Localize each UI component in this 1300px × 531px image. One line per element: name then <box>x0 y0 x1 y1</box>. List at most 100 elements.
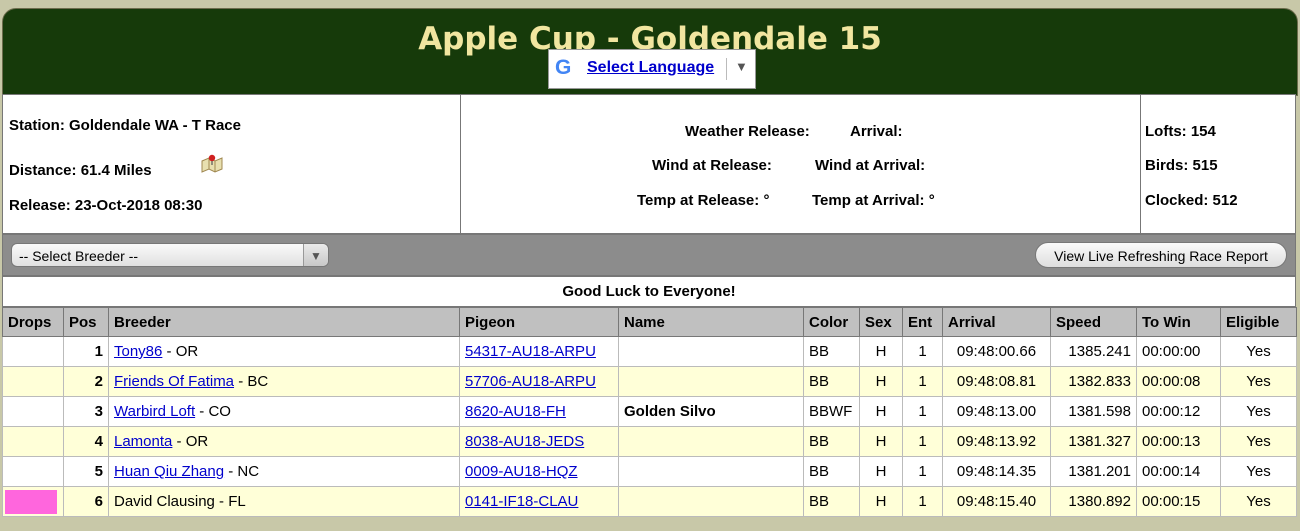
column-header-name[interactable]: Name <box>618 307 804 337</box>
breeder-link[interactable]: Huan Qiu Zhang <box>114 463 224 480</box>
breeder-link[interactable]: David Clausing <box>114 493 215 510</box>
pigeon-cell: 0141-IF18-CLAU <box>459 486 619 517</box>
color-cell: BB <box>803 366 860 397</box>
pigeon-link[interactable]: 8620-AU18-FH <box>465 403 566 420</box>
chevron-down-icon[interactable]: ▼ <box>303 244 328 266</box>
release-label: Release: 23-Oct-2018 08:30 <box>9 197 203 214</box>
breeder-link[interactable]: Friends Of Fatima <box>114 373 234 390</box>
select-language-link[interactable]: Select Language <box>587 59 714 77</box>
column-header-to-win[interactable]: To Win <box>1136 307 1221 337</box>
drops-cell <box>2 426 64 457</box>
language-selector[interactable]: G Select Language ▼ <box>548 49 756 89</box>
breeder-state: - OR <box>172 433 209 450</box>
breeder-cell: Tony86 - OR <box>108 336 460 367</box>
breeder-select-value: -- Select Breeder -- <box>19 248 139 264</box>
name-cell <box>618 456 804 487</box>
temp-release-label: Temp at Release: ° <box>637 192 770 209</box>
sex-value: H <box>875 463 887 480</box>
to-win-cell: 00:00:15 <box>1136 486 1221 517</box>
arrival-cell: 09:48:13.00 <box>942 396 1051 427</box>
color-value: BBWF <box>809 403 853 420</box>
entry-cell: 1 <box>902 366 943 397</box>
pigeon-link[interactable]: 54317-AU18-ARPU <box>465 343 596 360</box>
breeder-link[interactable]: Lamonta <box>114 433 172 450</box>
table-row[interactable]: 2 Friends Of Fatima - BC 57706-AU18-ARPU BB… <box>2 366 1297 397</box>
column-header-pos[interactable]: Pos <box>63 307 109 337</box>
breeder-state: - BC <box>234 373 269 390</box>
header-row: Drops Pos Breeder Pigeon Name Color Sex Ent Arri… <box>2 307 1297 337</box>
dropdown-arrow-icon[interactable]: ▼ <box>735 59 748 74</box>
pigeon-link[interactable]: 0009-AU18-HQZ <box>465 463 578 480</box>
breeder-select[interactable]: -- Select Breeder -- ▼ <box>11 243 329 267</box>
column-header-breeder[interactable]: Breeder <box>108 307 460 337</box>
pigeon-link[interactable]: 8038-AU18-JEDS <box>465 433 584 450</box>
to-win-cell: 00:00:08 <box>1136 366 1221 397</box>
table-row[interactable]: 1 Tony86 - OR 54317-AU18-ARPU BB H 1 09:48:00.… <box>2 336 1297 367</box>
lofts-count: Lofts: 154 <box>1145 123 1216 140</box>
birds-count: Birds: 515 <box>1145 157 1218 174</box>
race-report-page: Apple Cup - Goldendale 15 G Select Langu… <box>0 0 1300 531</box>
pigeon-link[interactable]: 57706-AU18-ARPU <box>465 373 596 390</box>
sex-cell: H <box>859 396 903 427</box>
name-cell <box>618 336 804 367</box>
column-header-ent[interactable]: Ent <box>902 307 943 337</box>
entry-value: 1 <box>918 403 927 420</box>
eligible-value: Yes <box>1246 463 1271 480</box>
breeder-link[interactable]: Tony86 <box>114 343 162 360</box>
breeder-cell: Friends Of Fatima - BC <box>108 366 460 397</box>
arrival-cell: 09:48:00.66 <box>942 336 1051 367</box>
column-header-color[interactable]: Color <box>803 307 860 337</box>
wind-release-label: Wind at Release: <box>652 157 772 174</box>
color-value: BB <box>809 463 830 480</box>
color-cell: BB <box>803 456 860 487</box>
clocked-count: Clocked: 512 <box>1145 192 1238 209</box>
position-value: 3 <box>94 403 103 420</box>
column-header-drops[interactable]: Drops <box>2 307 64 337</box>
column-header-arrival[interactable]: Arrival <box>942 307 1051 337</box>
column-header-eligible[interactable]: Eligible <box>1220 307 1297 337</box>
speed-cell: 1381.201 <box>1050 456 1137 487</box>
wind-arrival-label: Wind at Arrival: <box>815 157 926 174</box>
name-cell <box>618 426 804 457</box>
column-header-pigeon[interactable]: Pigeon <box>459 307 619 337</box>
drops-cell <box>2 396 64 427</box>
column-header-sex[interactable]: Sex <box>859 307 903 337</box>
breeder-state: - NC <box>224 463 260 480</box>
breeder-state: - OR <box>162 343 199 360</box>
to-win-value: 00:00:14 <box>1142 463 1201 480</box>
breeder-cell: Lamonta - OR <box>108 426 460 457</box>
column-header-speed[interactable]: Speed <box>1050 307 1137 337</box>
table-row[interactable]: 4 Lamonta - OR 8038-AU18-JEDS BB H 1 09:48:13.… <box>2 426 1297 457</box>
arrival-cell: 09:48:13.92 <box>942 426 1051 457</box>
table-row[interactable]: 5 Huan Qiu Zhang - NC 0009-AU18-HQZ BB H 1 09:… <box>2 456 1297 487</box>
weather-release-label: Weather Release: <box>685 123 810 140</box>
entry-value: 1 <box>918 433 927 450</box>
entry-value: 1 <box>918 493 927 510</box>
eligible-cell: Yes <box>1220 456 1297 487</box>
pigeon-name: Golden Silvo <box>624 403 716 420</box>
map-pin-icon[interactable] <box>201 153 223 173</box>
table-row[interactable]: 3 Warbird Loft - CO 8620-AU18-FH Golden Sil… <box>2 396 1297 427</box>
entry-cell: 1 <box>902 486 943 517</box>
speed-value: 1382.833 <box>1068 373 1131 390</box>
position-cell: 5 <box>63 456 109 487</box>
to-win-cell: 00:00:12 <box>1136 396 1221 427</box>
pigeon-link[interactable]: 0141-IF18-CLAU <box>465 493 578 510</box>
table-row[interactable]: 6 David Clausing - FL 0141-IF18-CLAU BB H 1 09… <box>2 486 1297 517</box>
arrival-label: Arrival: <box>850 123 903 140</box>
position-value: 1 <box>94 343 103 360</box>
color-value: BB <box>809 493 830 510</box>
color-cell: BBWF <box>803 396 860 427</box>
breeder-link[interactable]: Warbird Loft <box>114 403 195 420</box>
results-body: 1 Tony86 - OR 54317-AU18-ARPU BB H 1 09:48:00.… <box>2 336 1297 517</box>
entry-value: 1 <box>918 463 927 480</box>
speed-value: 1385.241 <box>1068 343 1131 360</box>
eligible-value: Yes <box>1246 343 1271 360</box>
entry-cell: 1 <box>902 456 943 487</box>
eligible-cell: Yes <box>1220 396 1297 427</box>
live-report-button[interactable]: View Live Refreshing Race Report <box>1035 242 1287 268</box>
entry-value: 1 <box>918 343 927 360</box>
drops-cell <box>2 366 64 397</box>
speed-cell: 1385.241 <box>1050 336 1137 367</box>
position-value: 4 <box>94 433 103 450</box>
